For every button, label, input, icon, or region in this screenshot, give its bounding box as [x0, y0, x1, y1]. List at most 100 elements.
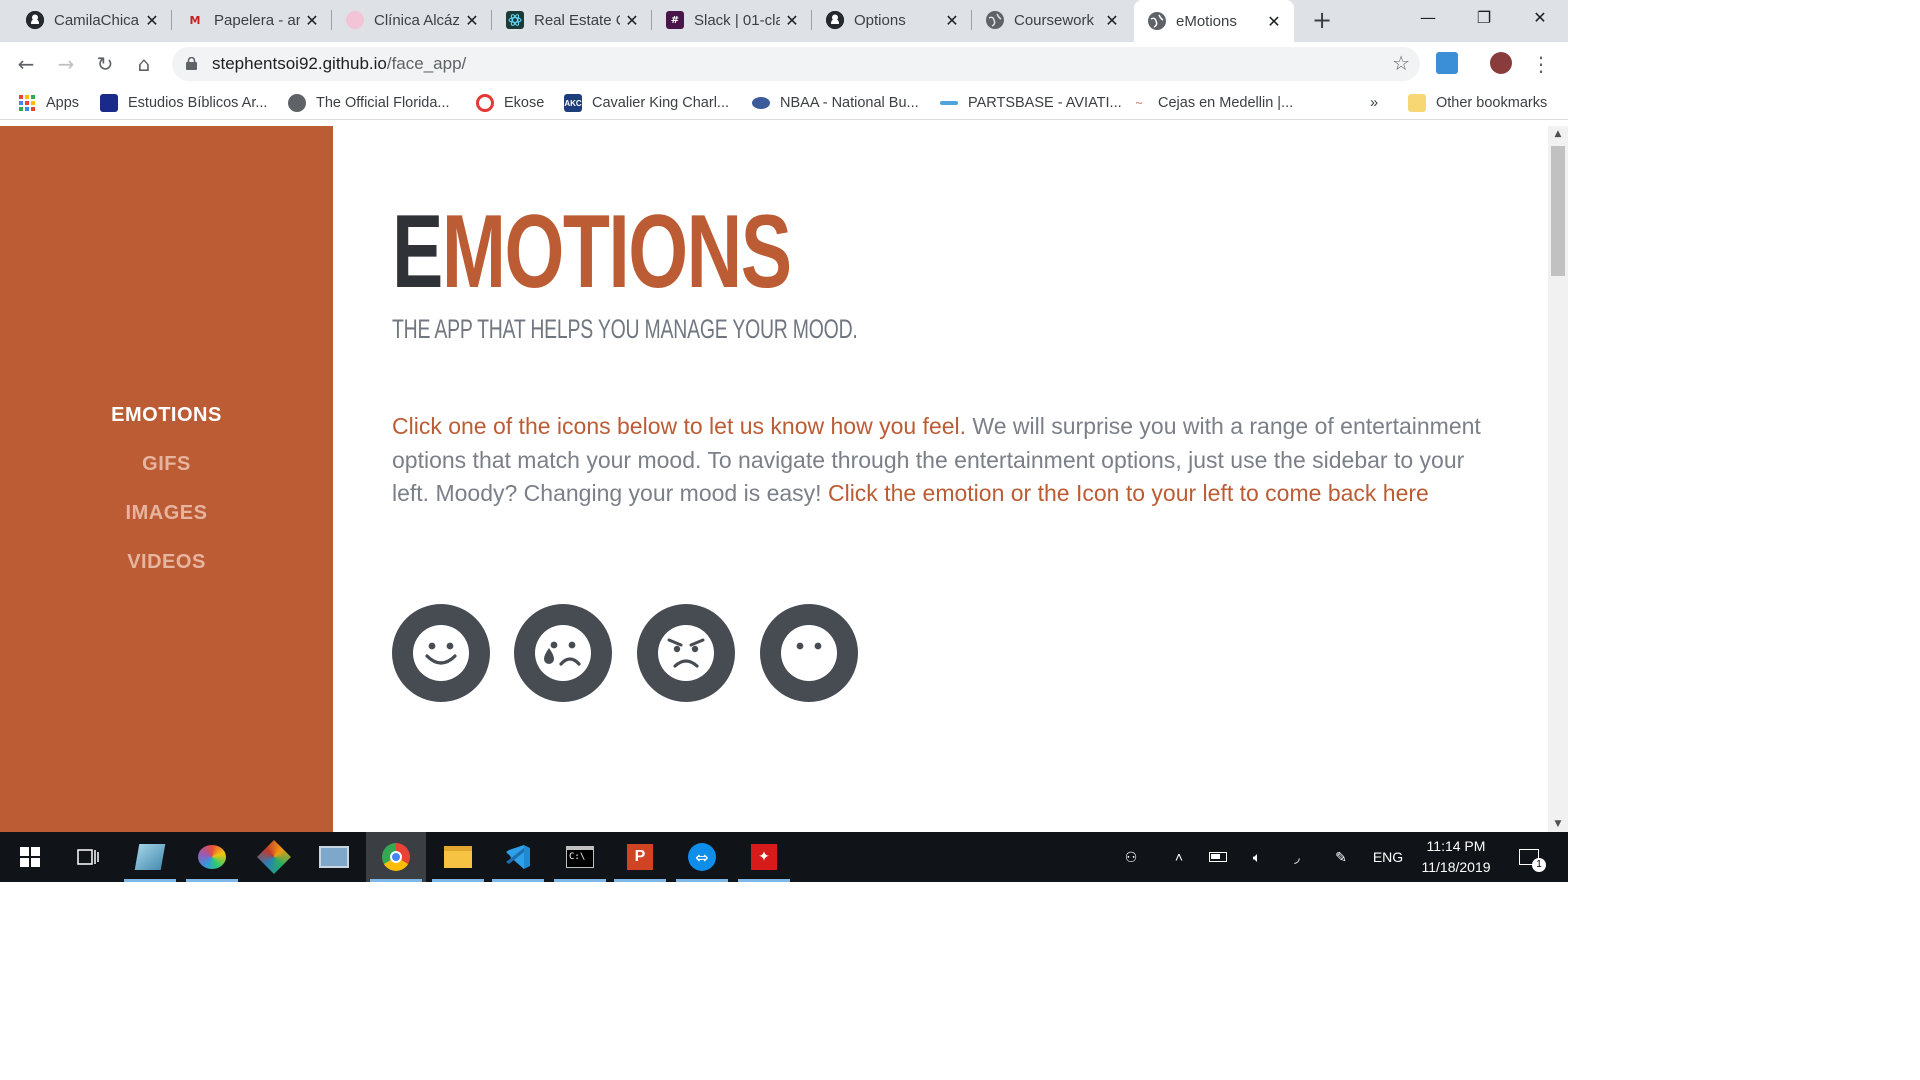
- bookmark-ekose[interactable]: Ekose: [476, 92, 544, 114]
- new-tab-button[interactable]: +: [1308, 6, 1336, 34]
- tab-camilachica[interactable]: CamilaChica ✕: [12, 0, 172, 40]
- teamviewer-icon[interactable]: ⇔: [672, 832, 732, 882]
- windows-start-icon[interactable]: [0, 832, 60, 882]
- speaker-icon[interactable]: 🔈︎: [1244, 832, 1270, 882]
- nav-emotions[interactable]: EMOTIONS: [0, 404, 333, 427]
- lock-icon: [186, 57, 197, 70]
- bookmark-star-icon[interactable]: ☆: [1392, 51, 1410, 75]
- nav-images[interactable]: IMAGES: [0, 502, 333, 525]
- tab-title: CamilaChica: [54, 11, 140, 29]
- page-viewport: EMOTIONS GIFS IMAGES VIDEOS EMOTIONS THE…: [0, 126, 1568, 832]
- vscode-icon[interactable]: [488, 832, 548, 882]
- github-icon: [26, 11, 44, 29]
- system-clock[interactable]: 11:14 PM 11/18/2019: [1404, 836, 1508, 878]
- terminal-icon[interactable]: C:\: [550, 832, 610, 882]
- close-icon[interactable]: ✕: [460, 11, 484, 30]
- tab-papelera[interactable]: M Papelera - ar ✕: [172, 0, 332, 40]
- crying-face-icon: [535, 625, 591, 681]
- bookmark-label: Estudios Bíblicos Ar...: [128, 95, 268, 111]
- notebook-icon[interactable]: [120, 832, 180, 882]
- page-title: EMOTIONS: [392, 194, 792, 310]
- bookmark-cejas[interactable]: ~ Cejas en Medellin |...: [1130, 92, 1293, 114]
- scroll-down-icon[interactable]: ▼: [1548, 816, 1568, 832]
- people-icon[interactable]: ⚇: [1118, 832, 1144, 882]
- home-icon[interactable]: ⌂: [130, 50, 158, 78]
- close-icon[interactable]: ✕: [780, 11, 804, 30]
- extension-icon[interactable]: [1436, 52, 1458, 74]
- bookmark-nbaa[interactable]: NBAA - National Bu...: [752, 92, 919, 114]
- chevron-up-icon[interactable]: ˄: [1166, 832, 1192, 882]
- other-bookmarks[interactable]: Other bookmarks: [1408, 92, 1547, 114]
- restore-button[interactable]: ❐: [1456, 0, 1512, 36]
- back-arrow-icon[interactable]: ←: [12, 50, 40, 78]
- close-icon[interactable]: ✕: [1262, 12, 1286, 31]
- close-icon[interactable]: ✕: [300, 11, 324, 30]
- battery-icon[interactable]: [1204, 832, 1232, 882]
- reload-icon[interactable]: ↻: [91, 50, 119, 78]
- task-view-icon[interactable]: [58, 832, 118, 882]
- bookmark-partsbase[interactable]: PARTSBASE - AVIATI...: [940, 92, 1122, 114]
- bookmark-site-icon: [100, 94, 118, 112]
- close-window-button[interactable]: ✕: [1512, 0, 1568, 36]
- nav-videos[interactable]: VIDEOS: [0, 551, 333, 574]
- powerpoint-icon[interactable]: P: [610, 832, 670, 882]
- scrollbar-thumb[interactable]: [1551, 146, 1565, 276]
- bookmarks-bar: Apps Estudios Bíblicos Ar... The Officia…: [0, 86, 1568, 120]
- scroll-up-icon[interactable]: ▲: [1548, 126, 1568, 142]
- tab-real-estate[interactable]: Real Estate C ✕: [492, 0, 652, 40]
- sad-mood-button[interactable]: [514, 604, 612, 702]
- tab-strip: CamilaChica ✕ M Papelera - ar ✕ Clínica …: [0, 0, 1568, 42]
- close-icon[interactable]: ✕: [620, 11, 644, 30]
- clinic-icon: [346, 11, 364, 29]
- nav-gifs[interactable]: GIFS: [0, 453, 333, 476]
- address-bar[interactable]: stephentsoi92.github.io/face_app/ ☆: [172, 47, 1420, 81]
- acrobat-icon[interactable]: ✦: [734, 832, 794, 882]
- minimize-button[interactable]: —: [1400, 0, 1456, 36]
- vertical-scrollbar[interactable]: ▲ ▼: [1548, 126, 1568, 832]
- bookmarks-overflow-button[interactable]: »: [1370, 92, 1378, 114]
- angry-mood-button[interactable]: [637, 604, 735, 702]
- gmail-icon: M: [189, 13, 201, 27]
- bookmark-label: PARTSBASE - AVIATI...: [968, 95, 1122, 111]
- neutral-face-icon: [781, 625, 837, 681]
- tab-emotions[interactable]: eMotions ✕: [1134, 0, 1294, 42]
- bookmark-label: Cavalier King Charl...: [592, 95, 729, 111]
- forward-arrow-icon[interactable]: →: [52, 50, 80, 78]
- close-icon[interactable]: ✕: [1100, 11, 1124, 30]
- url-text: stephentsoi92.github.io/face_app/: [212, 54, 467, 73]
- pen-icon[interactable]: ✎: [1328, 832, 1354, 882]
- globe-icon: [1148, 12, 1166, 30]
- close-icon[interactable]: ✕: [940, 11, 964, 30]
- tab-slack[interactable]: # Slack | 01-cla ✕: [652, 0, 812, 40]
- close-icon[interactable]: ✕: [140, 11, 164, 30]
- happy-mood-button[interactable]: [392, 604, 490, 702]
- react-icon: [506, 11, 524, 29]
- neutral-mood-button[interactable]: [760, 604, 858, 702]
- folder-icon[interactable]: [428, 832, 488, 882]
- tab-clinica[interactable]: Clínica Alcáz ✕: [332, 0, 492, 40]
- palette-icon[interactable]: [182, 832, 242, 882]
- bookmark-apps[interactable]: Apps: [18, 92, 79, 114]
- colorful-app-icon[interactable]: [244, 832, 304, 882]
- menu-kebab-icon[interactable]: ⋮: [1527, 50, 1555, 78]
- bookmark-florida[interactable]: The Official Florida...: [288, 92, 450, 114]
- bookmark-estudios[interactable]: Estudios Bíblicos Ar...: [100, 92, 267, 114]
- notification-center-icon[interactable]: 1: [1512, 832, 1546, 882]
- avatar[interactable]: [1490, 52, 1512, 74]
- tab-title: eMotions: [1176, 12, 1237, 30]
- bookmark-label: Ekose: [504, 95, 545, 111]
- computer-icon[interactable]: [304, 832, 364, 882]
- tab-coursework[interactable]: Coursework ✕: [972, 0, 1132, 40]
- folder-icon: [1408, 94, 1426, 112]
- windows-taskbar: C:\ P ⇔ ✦ ⚇ ˄ 🔈︎ ◞ ✎ ENG 11:14 PM 11/18/…: [0, 832, 1568, 882]
- chrome-icon[interactable]: [366, 832, 426, 882]
- browser-toolbar: ← → ↻ ⌂ stephentsoi92.github.io/face_app…: [0, 42, 1568, 86]
- globe-icon: [986, 11, 1004, 29]
- tab-title: Real Estate C: [534, 11, 620, 29]
- notification-count: 1: [1532, 858, 1546, 872]
- tab-title: Slack | 01-cla: [694, 11, 780, 29]
- bookmark-akc[interactable]: AKC Cavalier King Charl...: [564, 92, 729, 114]
- tab-title: Clínica Alcáz: [374, 11, 460, 29]
- wifi-icon[interactable]: ◞: [1284, 832, 1310, 882]
- tab-options[interactable]: Options ✕: [812, 0, 972, 40]
